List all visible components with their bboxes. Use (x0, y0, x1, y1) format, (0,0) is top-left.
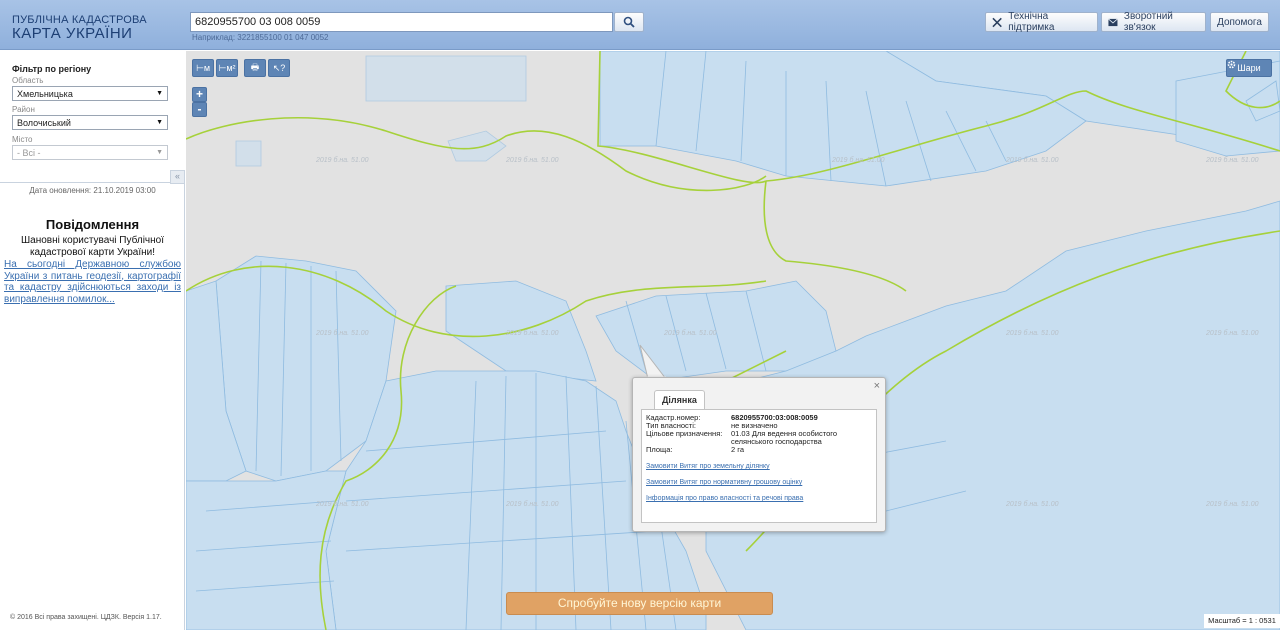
purpose-label: Цільове призначення: (646, 429, 723, 438)
map-watermark: 2019 б.на. 51.00 (506, 157, 559, 164)
tools-icon (992, 17, 1002, 27)
update-date: Дата оновлення: 21.10.2019 03:00 (29, 186, 156, 195)
area-label: Площа: (646, 445, 673, 454)
dropdown-arrow-icon: ▼ (156, 90, 163, 97)
envelope-icon (1108, 18, 1118, 26)
zoom-in-button[interactable]: + (192, 87, 207, 102)
parcel-layer (186, 51, 1280, 630)
close-icon[interactable]: × (874, 380, 880, 392)
copyright: © 2016 Всі права захищені. ЦДЗК. Версія … (10, 614, 162, 621)
filter-title: Фільтр по регіону (12, 64, 92, 74)
dropdown-arrow-icon: ▼ (156, 119, 163, 126)
sidebar: Фільтр по регіону Область Хмельницька ▼ Р… (0, 51, 185, 630)
map-watermark: 2019 б.на. 51.00 (316, 157, 369, 164)
search-input[interactable] (190, 12, 613, 32)
map-watermark: 2019 б.на. 51.00 (1006, 501, 1059, 508)
help-button[interactable]: Допомога (1210, 12, 1269, 32)
header: ПУБЛІЧНА КАДАСТРОВА КАРТА УКРАЇНИ Наприк… (0, 0, 1280, 50)
notice-text: Шановні користувачі Публічної кадастрово… (21, 235, 164, 258)
area-value: 2 га (731, 445, 744, 454)
ownership-info-link[interactable]: Інформація про право власності та речові… (646, 495, 803, 502)
map-watermark: 2019 б.на. 51.00 (1006, 330, 1059, 337)
map-canvas[interactable]: 2019 б.на. 51.00 2019 б.на. 51.00 2019 б… (186, 51, 1280, 630)
feedback-label: Зворотний зв'язок (1123, 11, 1173, 33)
map-watermark: 2019 б.на. 51.00 (316, 330, 369, 337)
map-watermark: 2019 б.на. 51.00 (316, 501, 369, 508)
support-label: Технічна підтримка (1008, 11, 1055, 33)
region-value: Хмельницька (17, 89, 73, 99)
measure-area-button[interactable]: ⊢м² (216, 59, 238, 77)
order-extract-link[interactable]: Замовити Витяг про земельну ділянку (646, 463, 770, 470)
district-value: Волочиський (17, 118, 71, 128)
gear-icon (1227, 60, 1236, 69)
layers-button[interactable]: Шари (1226, 59, 1272, 77)
tab-parcel[interactable]: Ділянка (654, 390, 705, 410)
brand-logo[interactable]: ПУБЛІЧНА КАДАСТРОВА КАРТА УКРАЇНИ (12, 15, 147, 42)
city-select[interactable]: - Всі - ▼ (12, 145, 168, 160)
order-valuation-link[interactable]: Замовити Витяг про нормативну грошову оц… (646, 479, 802, 486)
measure-distance-button[interactable]: ⊢м (192, 59, 214, 77)
city-value: - Всі - (17, 148, 41, 158)
map-watermark: 2019 б.на. 51.00 (1206, 330, 1259, 337)
map-watermark: 2019 б.на. 51.00 (1006, 157, 1059, 164)
search-button[interactable] (614, 12, 644, 32)
search-hint: Наприклад: 3221855100 01 047 0052 (192, 33, 329, 42)
map-watermark: 2019 б.на. 51.00 (1206, 157, 1259, 164)
collapse-sidebar-button[interactable]: « (170, 170, 185, 184)
layers-label: Шари (1237, 63, 1261, 73)
scale-indicator: Масштаб = 1 : 0531 (1204, 614, 1280, 628)
district-select[interactable]: Волочиський ▼ (12, 115, 168, 130)
map-toolbar: ⊢м ⊢м² 🖶 ↖? (192, 59, 290, 77)
notice-title: Повідомлення (45, 217, 140, 232)
map-watermark: 2019 б.на. 51.00 (664, 330, 717, 337)
identify-button[interactable]: ↖? (268, 59, 290, 77)
search-icon (623, 16, 635, 28)
zoom-out-button[interactable]: - (192, 102, 207, 117)
search-area: Наприклад: 3221855100 01 047 0052 (190, 12, 644, 42)
print-button[interactable]: 🖶 (244, 59, 266, 77)
help-label: Допомога (1217, 16, 1262, 28)
map-watermark: 2019 б.на. 51.00 (506, 330, 559, 337)
map-watermark: 2019 б.на. 51.00 (506, 501, 559, 508)
notice-link[interactable]: На сьогодні Державною службою України з … (4, 259, 181, 305)
city-label: Місто (12, 135, 33, 144)
parcel-popup: × Ділянка Кадастр.номер: 6820955700:03:0… (632, 377, 886, 532)
region-select[interactable]: Хмельницька ▼ (12, 86, 168, 101)
region-label: Область (12, 76, 44, 85)
support-button[interactable]: Технічна підтримка (985, 11, 1098, 33)
map-watermark: 2019 б.на. 51.00 (1206, 501, 1259, 508)
dropdown-arrow-icon: ▼ (156, 149, 163, 156)
purpose-value: 01.03 Для ведення особистого селянського… (731, 429, 838, 446)
new-version-button[interactable]: Спробуйте нову версію карти (506, 592, 773, 615)
district-label: Район (12, 105, 35, 114)
feedback-button[interactable]: Зворотний зв'язок (1101, 11, 1206, 33)
brand-line2: КАРТА УКРАЇНИ (12, 25, 133, 42)
map-watermark: 2019 б.на. 51.00 (832, 157, 885, 164)
region-filter: Фільтр по регіону Область Хмельницька ▼ Р… (0, 51, 185, 183)
parcel-info: Кадастр.номер: 6820955700:03:008:0059 Ти… (641, 409, 877, 523)
